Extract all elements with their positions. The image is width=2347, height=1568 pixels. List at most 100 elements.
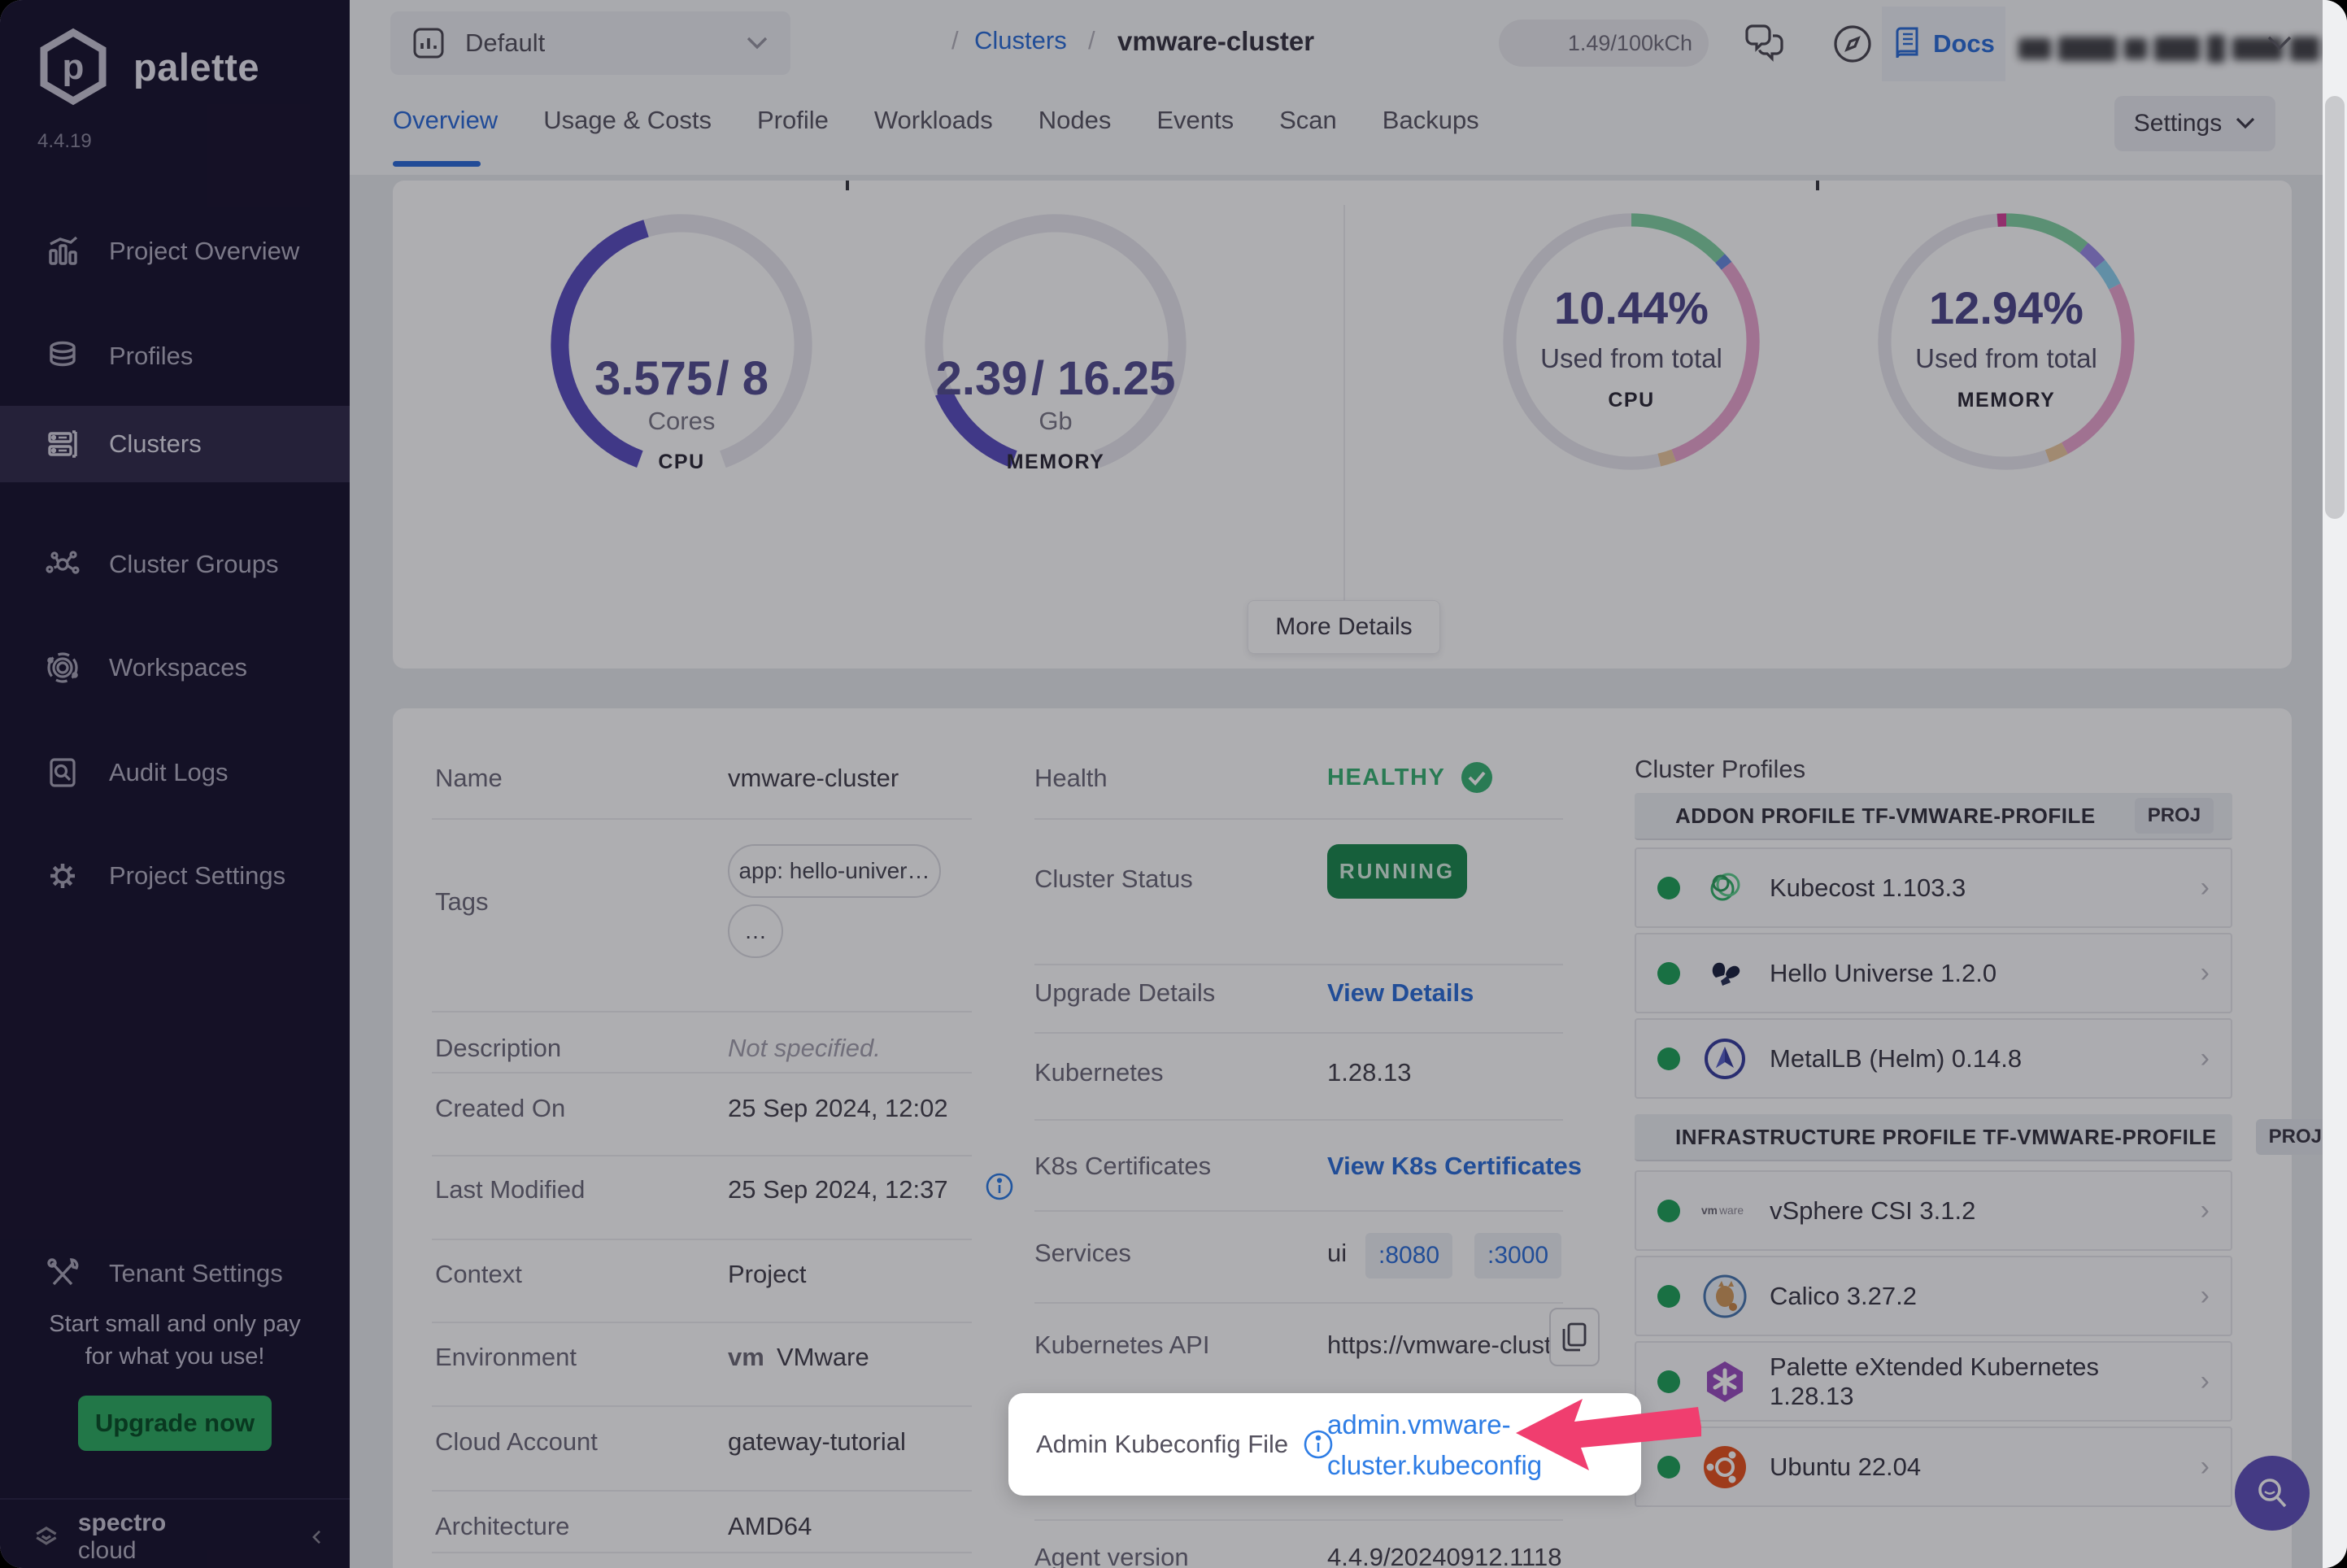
project-selector-value: Default [465,28,546,57]
profile-layer-kubecost[interactable]: Kubecost 1.103.3 › [1635,847,2232,928]
floating-search-button[interactable] [2235,1456,2310,1531]
status-dot [1657,1199,1680,1222]
profile-layer-palette-extended-kubernetes[interactable]: Palette eXtended Kubernetes 1.28.13 › [1635,1341,2232,1422]
detail-label: Tags [435,887,489,916]
tab-scan[interactable]: Scan [1279,106,1337,135]
profile-layer-name: vSphere CSI 3.1.2 [1770,1196,1976,1225]
chat-icon[interactable] [1742,23,1787,65]
cluster-status-badge[interactable]: RUNNING [1327,844,1467,899]
status-dot [1657,1047,1680,1070]
account-chevron-down-icon[interactable] [2266,34,2293,52]
sidebar: p palette 4.4.19 Project Overview Profil… [0,0,350,1568]
cpu-gauge-unit: Cores [647,407,716,435]
sidebar-footer-divider [0,1498,350,1500]
spectro-cloud-logo-icon [36,1527,57,1545]
infrastructure-profile-header[interactable]: INFRASTRUCTURE PROFILE TF-VMWARE-PROFILE… [1635,1114,2335,1161]
annotation-arrow-icon [1516,1399,1701,1470]
tab-usage-costs[interactable]: Usage & Costs [543,106,712,135]
search-icon [2258,1479,2287,1508]
profile-layer-calico[interactable]: Calico 3.27.2 › [1635,1256,2232,1336]
chevron-right-icon: › [2200,1280,2210,1311]
pxk-icon [1707,1361,1743,1402]
info-icon[interactable] [985,1172,1014,1201]
sidebar-item-project-overview[interactable]: Project Overview [0,213,350,290]
profile-layer-vsphere-csi[interactable]: vm ware vSphere CSI 3.1.2 › [1635,1170,2232,1251]
sidebar-item-project-settings[interactable]: Project Settings [0,838,350,914]
view-details-link[interactable]: View Details [1327,978,1474,1008]
sidebar-item-audit-logs[interactable]: Audit Logs [0,734,350,811]
profile-layer-name: Palette eXtended Kubernetes 1.28.13 [1770,1352,2100,1410]
tab-workloads[interactable]: Workloads [874,106,993,135]
sidebar-item-profiles[interactable]: Profiles [0,318,350,394]
svg-text:p: p [63,47,85,87]
collapse-sidebar-icon[interactable] [309,1523,325,1551]
profile-layer-name: Hello Universe 1.2.0 [1770,958,1997,987]
sidebar-item-workspaces[interactable]: Workspaces [0,629,350,706]
docs-button[interactable]: Docs [1882,7,2005,81]
addon-profile-header[interactable]: ADDON PROFILE TF-VMWARE-PROFILE PROJ [1635,793,2232,840]
cpu-gauge-value: 3.575 / 8 [594,352,769,405]
sidebar-item-tenant-settings[interactable]: Tenant Settings [0,1235,350,1312]
redacted-account-name[interactable] [2018,33,2347,65]
layers-icon [50,341,76,367]
chevron-right-icon: › [2200,1195,2210,1226]
profile-layer-hello-universe[interactable]: Hello Universe 1.2.0 › [1635,933,2232,1013]
detail-label: Health [1034,764,1108,792]
tab-events[interactable]: Events [1156,106,1234,135]
page-scrollbar[interactable] [2323,0,2347,1568]
detail-label: Architecture [435,1512,570,1540]
palette-app: p palette 4.4.19 Project Overview Profil… [0,0,2347,1568]
docs-label: Docs [1933,29,1995,58]
status-dot [1657,1284,1680,1308]
compass-icon[interactable] [1831,23,1874,65]
cpu-donut-category: CPU [1608,389,1655,412]
copy-icon [1562,1322,1587,1352]
detail-label: Kubernetes [1034,1058,1164,1087]
proj-scope-badge: PROJ [2134,798,2214,834]
more-details-button[interactable]: More Details [1248,600,1440,654]
scrollbar-thumb[interactable] [2325,96,2345,519]
view-k8s-certificates-link[interactable]: View K8s Certificates [1327,1152,1582,1181]
tag-pill[interactable]: app: hello-univer… [728,844,941,898]
status-dot [1657,876,1680,899]
service-port-link[interactable]: :8080 [1365,1233,1453,1278]
settings-button[interactable]: Settings [2114,96,2275,151]
tab-backups[interactable]: Backups [1383,106,1479,135]
server-icon [48,430,77,458]
breadcrumb-clusters-link[interactable]: Clusters [974,26,1067,55]
profile-layer-name: Kubecost 1.103.3 [1770,873,1966,902]
detail-label: Created On [435,1094,566,1122]
detail-label: Name [435,764,503,792]
tools-icon [47,1258,79,1286]
sidebar-item-label: Profiles [109,342,194,370]
tag-overflow-pill[interactable]: … [728,904,783,958]
metallb-icon [1705,1038,1745,1079]
memory-donut-percent: 12.94% [1929,282,2084,333]
chevron-right-icon: › [2200,1451,2210,1482]
copy-button[interactable] [1549,1308,1600,1366]
detail-label: Cloud Account [435,1427,598,1456]
chevron-down-icon [747,37,768,50]
kubeconfig-download-link[interactable]: admin.vmware- cluster.kubeconfig [1327,1405,1542,1486]
memory-gauge-unit: Gb [1039,407,1073,435]
project-selector[interactable]: Default [390,11,790,75]
sidebar-item-cluster-groups[interactable]: Cluster Groups [0,526,350,603]
audit-doc-icon [50,758,76,787]
vmware-logo-mark: vm [728,1343,764,1371]
sidebar-item-label: Audit Logs [109,758,229,786]
tab-profile[interactable]: Profile [757,106,829,135]
upgrade-now-button[interactable]: Upgrade now [78,1396,272,1451]
profile-layer-ubuntu[interactable]: Ubuntu 22.04 › [1635,1426,2232,1507]
memory-gauge-value: 2.39 / 16.25 [935,352,1176,405]
memory-gauge-category: MEMORY [1006,451,1105,473]
tab-overview[interactable]: Overview [393,106,498,135]
credits-counter: 1.49/100kCh [1499,20,1709,67]
hello-universe-icon [1712,962,1740,986]
profile-layer-metallb[interactable]: MetalLB (Helm) 0.14.8 › [1635,1018,2232,1099]
service-port-link[interactable]: :3000 [1474,1233,1562,1278]
health-status-text: HEALTHY [1327,764,1446,791]
sidebar-item-clusters[interactable]: Clusters [0,406,350,482]
memory-donut-category: MEMORY [1957,389,2056,412]
environment-value: VMware [777,1343,869,1371]
tab-nodes[interactable]: Nodes [1039,106,1112,135]
